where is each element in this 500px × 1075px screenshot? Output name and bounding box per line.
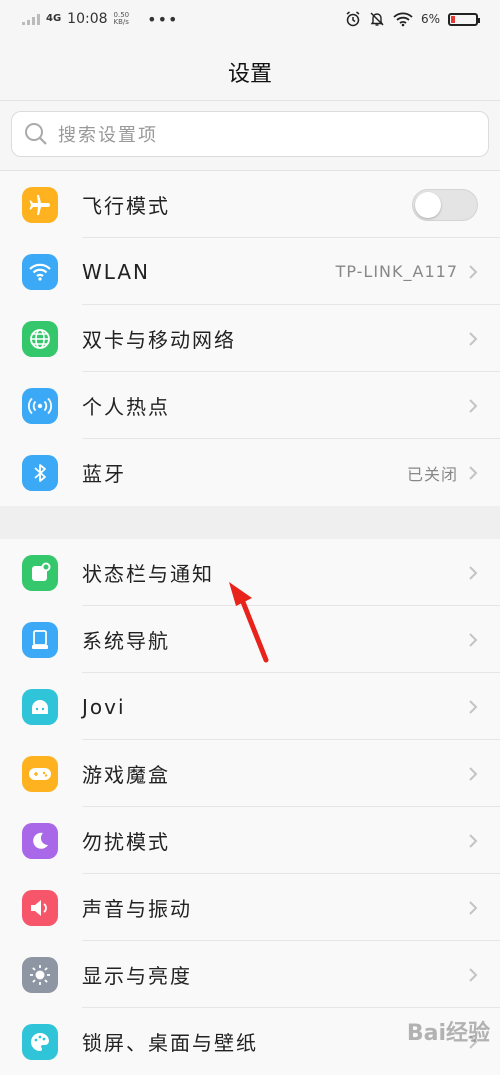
battery-percent: 6% <box>420 12 440 26</box>
wifi-status-icon <box>393 12 413 27</box>
row-status-bar-notifications[interactable]: 状态栏与通知 <box>0 539 500 606</box>
net-speed: 0.50 KB/s <box>114 12 130 26</box>
row-airplane-mode[interactable]: 飞行模式 <box>0 171 500 238</box>
chevron-right-icon <box>469 699 478 714</box>
battery-icon <box>448 12 480 26</box>
row-game-box[interactable]: 游戏魔盒 <box>0 740 500 807</box>
network-type: 4G <box>46 13 62 24</box>
chevron-right-icon <box>469 632 478 647</box>
row-hotspot[interactable]: 个人热点 <box>0 372 500 439</box>
jovi-label: Jovi <box>82 694 126 719</box>
search-input[interactable]: 搜索设置项 <box>11 111 489 157</box>
palette-icon <box>22 1023 58 1060</box>
status-time: 10:08 <box>67 11 108 27</box>
overflow-dots: ••• <box>147 9 179 29</box>
chevron-right-icon <box>469 331 478 346</box>
status-bar: 4G 10:08 0.50 KB/s ••• 6% <box>0 0 500 38</box>
chevron-right-icon <box>469 398 478 413</box>
dual-sim-label: 双卡与移动网络 <box>82 328 236 352</box>
wifi-icon <box>22 253 58 290</box>
row-system-navigation[interactable]: 系统导航 <box>0 606 500 673</box>
search-placeholder: 搜索设置项 <box>58 125 158 146</box>
chevron-right-icon <box>469 465 478 480</box>
net-speed-unit: KB/s <box>113 18 129 26</box>
row-bluetooth[interactable]: 蓝牙 已关闭 <box>0 439 500 506</box>
status-left: 4G 10:08 0.50 KB/s ••• <box>22 10 178 29</box>
bluetooth-value: 已关闭 <box>406 464 458 484</box>
chevron-right-icon <box>469 264 478 279</box>
hotspot-label: 个人热点 <box>82 395 170 419</box>
gamepad-icon <box>22 755 58 792</box>
globe-icon <box>22 320 58 357</box>
system-navigation-label: 系统导航 <box>82 629 170 653</box>
settings-group-system: 状态栏与通知 系统导航 Jovi 游戏魔盒 勿扰模式 声音与振动 显示与亮度 锁… <box>0 539 500 1075</box>
status-right: 6% <box>345 11 480 27</box>
chevron-right-icon <box>469 565 478 580</box>
display-brightness-label: 显示与亮度 <box>82 964 192 988</box>
airplane-icon <box>22 186 58 223</box>
status-bar-notifications-label: 状态栏与通知 <box>82 562 214 586</box>
wlan-value: TP-LINK_A117 <box>335 262 458 281</box>
chevron-right-icon <box>469 967 478 982</box>
chevron-right-icon <box>469 900 478 915</box>
row-wlan[interactable]: WLAN TP-LINK_A117 <box>0 238 500 305</box>
toggle-knob <box>415 191 441 218</box>
title-divider <box>0 100 500 101</box>
search-icon <box>25 123 47 145</box>
row-do-not-disturb[interactable]: 勿扰模式 <box>0 807 500 874</box>
chevron-right-icon <box>469 833 478 848</box>
game-box-label: 游戏魔盒 <box>82 763 170 787</box>
row-sound-vibration[interactable]: 声音与振动 <box>0 874 500 941</box>
hotspot-icon <box>22 387 58 424</box>
brightness-icon <box>22 956 58 993</box>
page-title: 设置 <box>227 62 272 87</box>
sound-vibration-label: 声音与振动 <box>82 897 192 921</box>
chevron-right-icon <box>469 766 478 781</box>
group-spacer <box>0 506 500 539</box>
mute-bell-icon <box>370 12 384 26</box>
jovi-icon <box>22 688 58 725</box>
notification-icon <box>22 554 58 591</box>
watermark-logo: Bai经验 <box>406 1021 490 1046</box>
airplane-mode-toggle[interactable] <box>412 188 478 221</box>
speaker-icon <box>22 889 58 926</box>
signal-icon <box>22 13 40 25</box>
alarm-icon <box>346 11 360 27</box>
airplane-mode-label: 飞行模式 <box>82 194 170 218</box>
wlan-label: WLAN <box>82 259 151 284</box>
row-display-brightness[interactable]: 显示与亮度 <box>0 941 500 1008</box>
settings-group-connectivity: 飞行模式 WLAN TP-LINK_A117 双卡与移动网络 个人热点 蓝牙 已… <box>0 171 500 506</box>
moon-icon <box>22 822 58 859</box>
row-dual-sim[interactable]: 双卡与移动网络 <box>0 305 500 372</box>
bluetooth-label: 蓝牙 <box>82 462 126 486</box>
bluetooth-icon <box>22 454 58 491</box>
row-jovi[interactable]: Jovi <box>0 673 500 740</box>
navigation-icon <box>22 621 58 658</box>
do-not-disturb-label: 勿扰模式 <box>82 830 170 854</box>
